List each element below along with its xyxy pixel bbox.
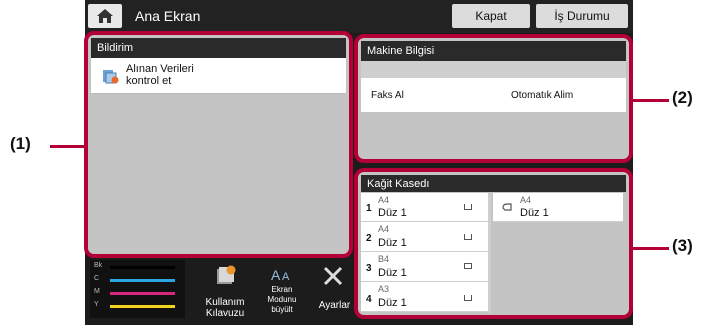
close-button[interactable]: Kapat	[452, 4, 530, 28]
machine-info-panel: Makine Bilgisi Faks Al Otomatık Alim	[354, 34, 633, 163]
fax-receive-row[interactable]: Faks Al Otomatık Alim	[361, 78, 626, 112]
tray-icon	[464, 263, 472, 269]
bypass-paper-size: A4	[520, 195, 532, 205]
user-guide-icon	[217, 265, 236, 284]
tray-paper-size: B4	[378, 254, 390, 264]
tray-icon	[464, 295, 472, 301]
toner-level-bar	[110, 292, 175, 295]
toner-label: M	[94, 288, 100, 295]
tray-icon	[464, 234, 472, 240]
toner-row-m: M	[94, 288, 182, 300]
fax-receive-label: Faks Al	[371, 90, 404, 101]
job-status-button[interactable]: İş Durumu	[536, 4, 628, 28]
toner-level-bar	[110, 305, 175, 308]
bypass-tray-row[interactable]: A4 Düz 1	[493, 193, 623, 222]
home-icon	[97, 9, 113, 23]
settings-label: Ayarlar	[318, 300, 351, 311]
notification-title: Bildirim	[97, 42, 134, 54]
tray-row[interactable]: 2 A4 Düz 1	[361, 222, 488, 252]
machine-info-header: Makine Bilgisi	[361, 41, 626, 61]
toner-level-bar	[110, 266, 175, 269]
screen-mode-label: Ekran Modunu büyült	[267, 285, 297, 314]
toner-row-bk: Bk	[94, 262, 182, 274]
wrench-icon	[323, 266, 343, 286]
toner-label: Y	[94, 301, 99, 308]
tray-row[interactable]: 3 B4 Düz 1	[361, 252, 488, 282]
tray-paper-size: A4	[378, 224, 390, 234]
magnify-text-icon: A A	[271, 267, 290, 283]
received-data-icon	[103, 70, 119, 84]
svg-text:A: A	[271, 267, 281, 283]
notification-item[interactable]: Alınan Verileri kontrol et	[91, 58, 346, 94]
tray-number: 3	[366, 263, 372, 274]
tray-paper-size: A3	[378, 284, 390, 294]
screen-mode-button[interactable]: A A Ekran Modunu büyült	[258, 262, 306, 324]
notification-header: Bildirim	[91, 38, 346, 58]
svg-text:A: A	[282, 271, 290, 283]
toner-level-bar	[110, 279, 175, 282]
machine-info-title: Makine Bilgisi	[367, 45, 435, 57]
bypass-tray-icon	[502, 203, 512, 211]
home-button[interactable]	[88, 4, 122, 28]
toner-row-y: Y	[94, 301, 182, 313]
callout-label-1: (1)	[10, 134, 31, 153]
tray-paper-type: Düz 1	[378, 297, 407, 309]
bypass-paper-type: Düz 1	[520, 207, 549, 219]
page-title: Ana Ekran	[135, 8, 201, 24]
tray-number: 4	[366, 294, 372, 305]
notification-item-text: Alınan Verileri kontrol et	[126, 63, 194, 87]
tray-icon	[464, 204, 472, 210]
paper-tray-panel: Kağit Kasedı 1 A4 Düz 1 2 A4 Düz 1 3 B4 …	[354, 168, 633, 319]
toner-indicator: Bk C M Y	[90, 260, 185, 318]
tray-paper-type: Düz 1	[378, 237, 407, 249]
tray-row[interactable]: 1 A4 Düz 1	[361, 193, 488, 222]
tray-row[interactable]: 4 A3 Düz 1	[361, 282, 488, 312]
callout-pointer-1	[50, 145, 84, 148]
toner-label: Bk	[94, 262, 103, 269]
settings-button[interactable]: Ayarlar	[312, 262, 354, 314]
user-guide-button[interactable]: Kullanım Kılavuzu	[195, 262, 255, 322]
machine-info-empty-row	[361, 61, 626, 78]
notification-panel: Bildirim Alınan Verileri kontrol et	[84, 31, 353, 258]
toner-label: C	[94, 275, 100, 282]
tray-number: 1	[366, 203, 372, 214]
tray-number: 2	[366, 233, 372, 244]
tray-paper-size: A4	[378, 195, 390, 205]
callout-pointer-3	[633, 247, 669, 250]
paper-tray-title: Kağit Kasedı	[367, 177, 430, 190]
tray-divider	[488, 193, 491, 313]
toner-row-c: C	[94, 275, 182, 287]
callout-label-2: (2)	[672, 88, 693, 107]
user-guide-label: Kullanım Kılavuzu	[205, 297, 245, 319]
callout-pointer-2	[633, 99, 669, 102]
paper-tray-header: Kağit Kasedı	[361, 175, 626, 192]
callout-label-3: (3)	[672, 236, 693, 255]
fax-receive-value: Otomatık Alim	[511, 90, 574, 101]
tray-paper-type: Düz 1	[378, 267, 407, 279]
tray-paper-type: Düz 1	[378, 207, 407, 219]
